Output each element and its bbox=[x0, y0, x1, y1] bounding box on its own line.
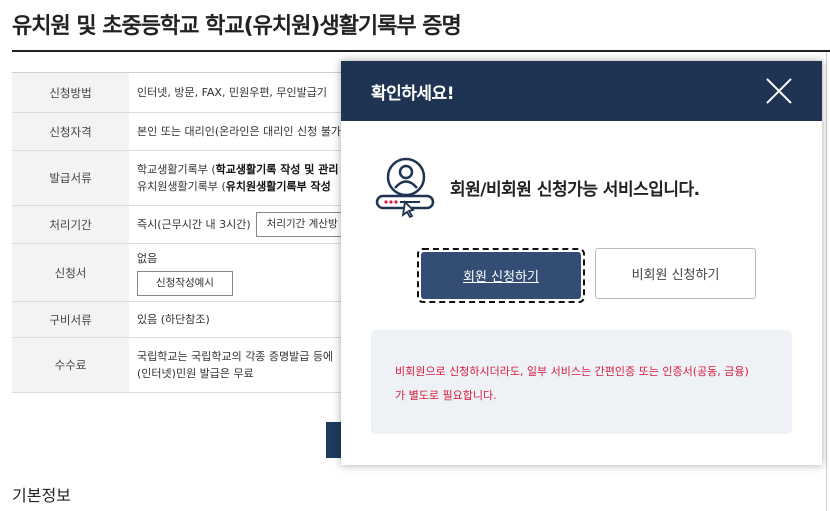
focus-outline: 회원 신청하기 bbox=[417, 248, 585, 303]
close-icon[interactable] bbox=[766, 78, 792, 104]
table-row: 신청자격 본인 또는 대리인(온라인은 대리인 신청 불가 bbox=[12, 113, 352, 151]
row-label: 신청방법 bbox=[12, 73, 129, 112]
row-value: 즉시(근무시간 내 3시간) bbox=[137, 218, 251, 231]
row-label: 신청서 bbox=[12, 244, 129, 301]
row-label: 처리기간 bbox=[12, 206, 129, 243]
user-login-icon bbox=[375, 157, 435, 219]
service-text: 회원/비회원 신청가능 서비스입니다. bbox=[450, 179, 700, 200]
row-value: 있음 (하단참조) bbox=[137, 313, 210, 326]
notice-text-line: 가 별도로 필요합니다. bbox=[395, 389, 497, 402]
right-divider bbox=[826, 52, 827, 511]
row-value-line: (인터넷)민원 발급은 무료 bbox=[137, 367, 254, 380]
modal-header: 확인하세요! bbox=[341, 61, 822, 121]
row-label: 수수료 bbox=[12, 338, 129, 392]
info-table: 신청방법 인터넷, 방문, FAX, 민원우편, 무인발급기 신청자격 본인 또… bbox=[12, 72, 352, 393]
row-label: 발급서류 bbox=[12, 151, 129, 205]
table-row: 발급서류 학교생활기록부 (학교생활기록 작성 및 관리 유치원생활기록부 (유… bbox=[12, 151, 352, 206]
row-label: 구비서류 bbox=[12, 302, 129, 337]
modal-title: 확인하세요! bbox=[371, 83, 454, 104]
modal-buttons: 회원 신청하기 비회원 신청하기 bbox=[417, 248, 756, 303]
table-row: 처리기간 즉시(근무시간 내 3시간) 처리기간 계산방 bbox=[12, 206, 352, 244]
notice-box: 비회원으로 신청하시더라도, 일부 서비스는 간편인증 또는 인증서(공동, 금… bbox=[371, 330, 792, 434]
page-title: 유치원 및 초중등학교 학교(유치원)생활기록부 증명 bbox=[12, 14, 462, 39]
row-value-line: 유치원생활기록부 (유치원생활기록부 작성 bbox=[137, 180, 331, 193]
row-label: 신청자격 bbox=[12, 113, 129, 150]
confirm-modal: 확인하세요! 회원/비회원 신청가능 서비스입니다. 회원 신청하기 비회원 신… bbox=[341, 61, 822, 465]
section-title: 기본정보 bbox=[12, 486, 71, 505]
row-value: 인터넷, 방문, FAX, 민원우편, 무인발급기 bbox=[137, 86, 328, 99]
row-value-line: 국립학교는 국립학교의 각종 증명발급 등에 bbox=[137, 350, 334, 363]
form-example-button[interactable]: 신청작성예시 bbox=[137, 270, 233, 296]
table-row: 신청방법 인터넷, 방문, FAX, 민원우편, 무인발급기 bbox=[12, 73, 352, 113]
calc-period-button[interactable]: 처리기간 계산방 bbox=[255, 212, 349, 237]
table-row: 수수료 국립학교는 국립학교의 각종 증명발급 등에 (인터넷)민원 발급은 무… bbox=[12, 338, 352, 393]
row-value-line: 학교생활기록부 (학교생활기록 작성 및 관리 bbox=[137, 163, 339, 176]
row-value: 본인 또는 대리인(온라인은 대리인 신청 불가 bbox=[137, 125, 341, 138]
table-row: 구비서류 있음 (하단참조) bbox=[12, 302, 352, 338]
row-value: 없음 bbox=[137, 251, 158, 265]
service-info: 회원/비회원 신청가능 서비스입니다. bbox=[374, 155, 700, 219]
guest-apply-button[interactable]: 비회원 신청하기 bbox=[595, 248, 756, 299]
title-divider bbox=[12, 50, 830, 52]
member-apply-button[interactable]: 회원 신청하기 bbox=[421, 252, 581, 299]
table-row: 신청서 없음 신청작성예시 bbox=[12, 244, 352, 302]
notice-text-line: 비회원으로 신청하시더라도, 일부 서비스는 간편인증 또는 인증서(공동, 금… bbox=[395, 365, 749, 378]
